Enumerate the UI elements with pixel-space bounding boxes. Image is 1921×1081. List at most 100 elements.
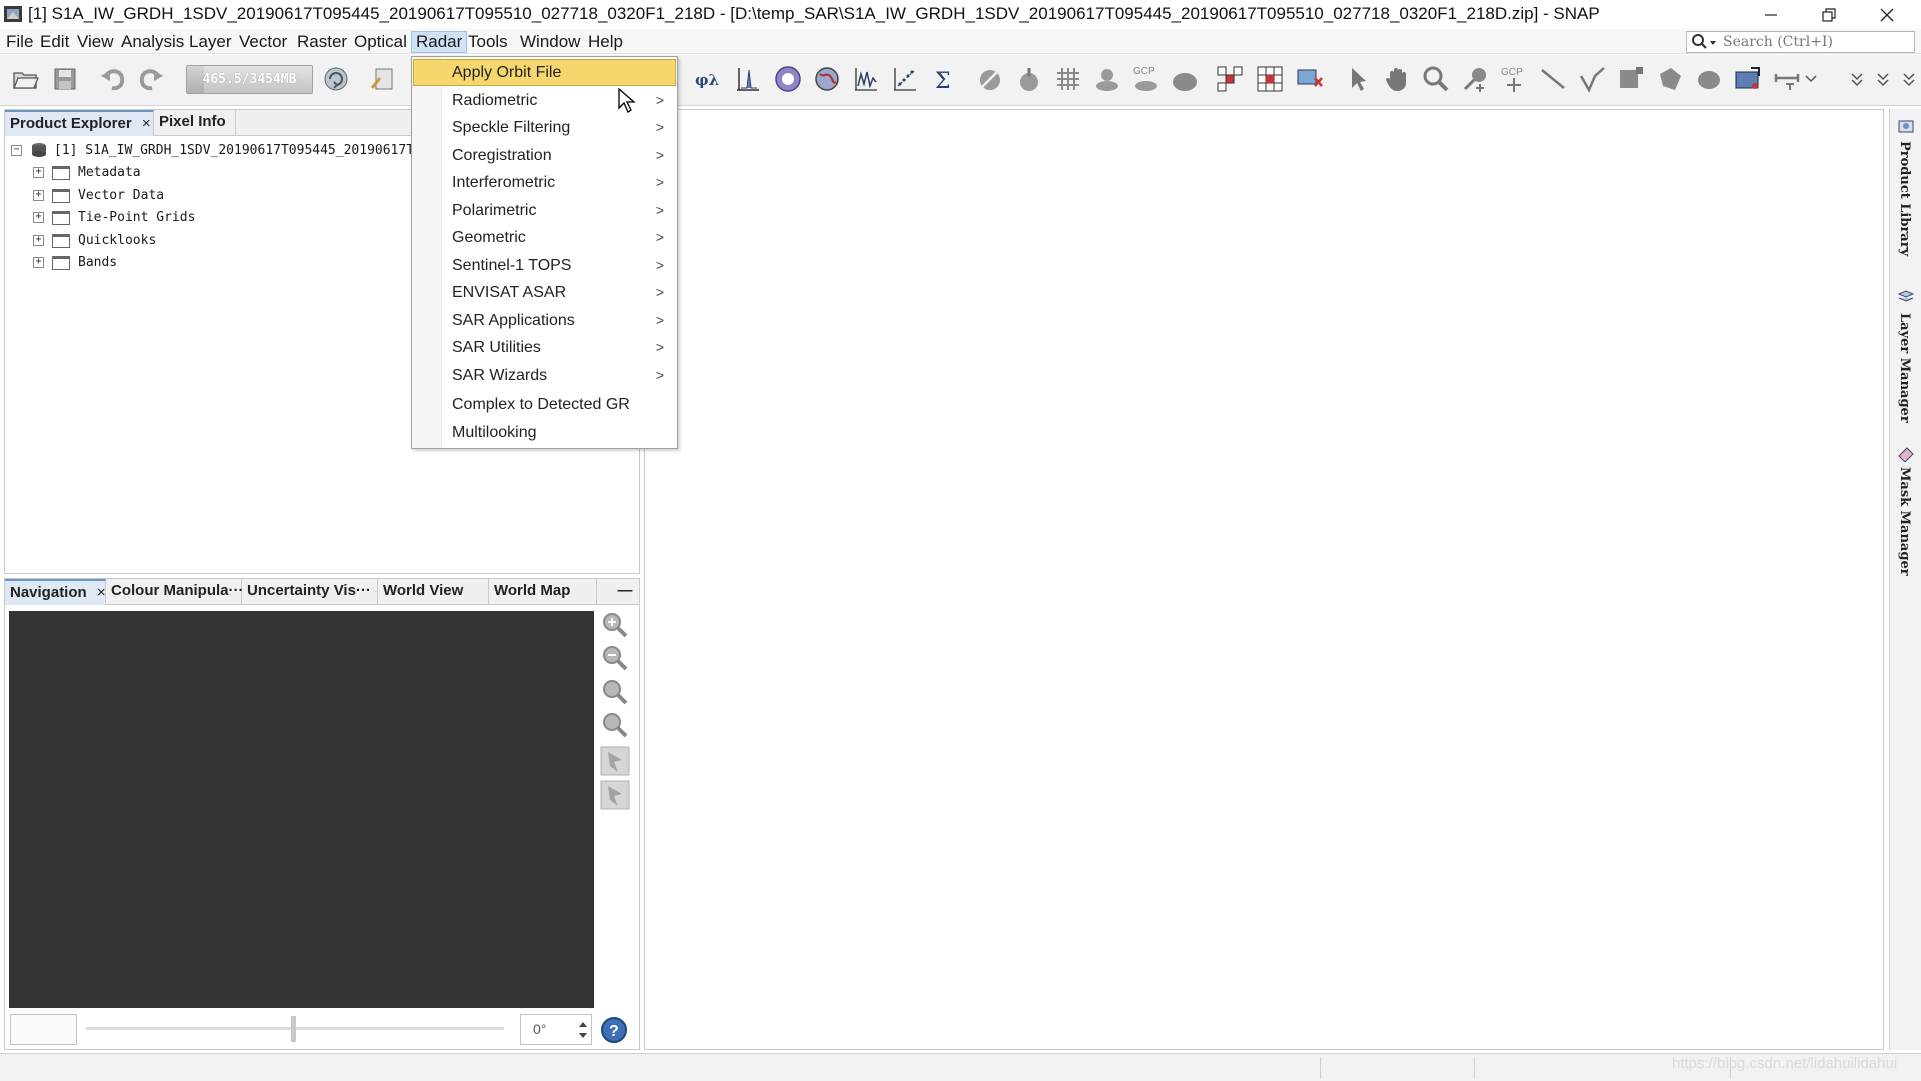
menu-layer[interactable]: Layer <box>185 32 236 54</box>
zoom-in-icon[interactable] <box>600 610 630 640</box>
menu-help[interactable]: Help <box>584 32 627 54</box>
tab-colour-manipulation[interactable]: Colour Manipula··· <box>106 579 243 605</box>
world-map-icon[interactable] <box>812 64 842 94</box>
toolbar-overflow-icon[interactable] <box>1800 64 1822 94</box>
navigation-canvas[interactable] <box>9 611 594 1008</box>
gcp-tool-icon[interactable]: GCP <box>1131 64 1161 94</box>
search-icon[interactable] <box>1690 33 1718 51</box>
scale-field[interactable] <box>10 1014 77 1045</box>
collapse-icon[interactable]: − <box>11 144 22 156</box>
menu-tools[interactable]: Tools <box>464 32 512 54</box>
radar-menu-item-radiometric[interactable]: Radiometric > <box>413 87 676 114</box>
image-view-area[interactable] <box>644 109 1884 1050</box>
tree-root-node[interactable]: − [1] S1A_IW_GRDH_1SDV_20190617T095445_2… <box>11 142 422 158</box>
expand-icon[interactable]: + <box>33 235 44 246</box>
toolbar-overflow-icon-3[interactable] <box>1872 64 1894 94</box>
radar-menu-item-interferometric[interactable]: Interferometric > <box>413 169 676 196</box>
minimize-panel-button[interactable]: — <box>611 579 639 605</box>
expand-icon[interactable]: + <box>33 257 44 268</box>
graticule-icon[interactable] <box>1053 64 1083 94</box>
scatter-plot-icon[interactable] <box>890 64 920 94</box>
expand-icon[interactable]: + <box>33 190 44 201</box>
restore-button[interactable] <box>1800 0 1857 29</box>
sync-views-icon[interactable] <box>1295 64 1325 94</box>
toolbar-overflow-icon-2[interactable] <box>1846 64 1868 94</box>
pin-tool-icon[interactable] <box>1014 64 1044 94</box>
redo-icon[interactable] <box>136 64 166 94</box>
tree-node-bands[interactable]: + Bands <box>33 255 117 270</box>
memory-gauge[interactable]: 465.5/3454MB <box>186 65 313 94</box>
pan-tool-icon[interactable] <box>1382 64 1412 94</box>
gcp-manager-icon[interactable] <box>1170 64 1200 94</box>
rotation-slider-thumb[interactable] <box>291 1016 296 1042</box>
zoom-tool-icon[interactable] <box>1421 64 1451 94</box>
tree-node-tie-point-grids[interactable]: + Tie-Point Grids <box>33 210 195 225</box>
sync-viewport-icon[interactable] <box>600 746 630 776</box>
menu-edit[interactable]: Edit <box>36 32 73 54</box>
tab-close-icon[interactable]: × <box>97 584 106 601</box>
tab-navigation[interactable]: Navigation × <box>5 579 106 605</box>
menu-view[interactable]: View <box>73 32 118 54</box>
menu-window[interactable]: Window <box>516 32 584 54</box>
toolbar-overflow-icon-4[interactable] <box>1898 64 1920 94</box>
help-icon[interactable]: ? <box>600 1016 628 1044</box>
select-pixels-icon[interactable] <box>1215 64 1245 94</box>
select-tool-icon[interactable] <box>1343 64 1373 94</box>
tree-node-metadata[interactable]: + Metadata <box>33 165 141 180</box>
polygon-drawing-icon[interactable] <box>1655 64 1685 94</box>
layer-manager-icon[interactable] <box>1897 289 1915 305</box>
zoom-all-icon[interactable] <box>600 710 630 740</box>
zoom-actual-icon[interactable] <box>600 677 630 707</box>
ellipse-drawing-icon[interactable] <box>1694 64 1724 94</box>
minimize-button[interactable] <box>1742 0 1799 29</box>
layer-manager-tab[interactable]: Layer Manager <box>1897 313 1912 423</box>
radar-menu-item-speckle-filtering[interactable]: Speckle Filtering > <box>413 114 676 141</box>
radar-menu-item-polarimetric[interactable]: Polarimetric > <box>413 197 676 224</box>
undo-icon[interactable] <box>98 64 128 94</box>
pin-manager-icon[interactable] <box>1092 64 1122 94</box>
radar-menu-item-complex-to-detected-gr[interactable]: Complex to Detected GR <box>413 391 676 418</box>
information-icon[interactable] <box>773 64 803 94</box>
radar-menu-item-apply-orbit-file[interactable]: Apply Orbit File <box>413 59 676 86</box>
menu-optical[interactable]: Optical <box>350 32 411 54</box>
garbage-collect-icon[interactable] <box>321 64 351 94</box>
sync-cursor-icon[interactable] <box>600 780 630 810</box>
tab-uncertainty-visualisation[interactable]: Uncertainty Vis··· <box>242 579 378 605</box>
gcp-placing-icon[interactable]: GCP <box>1499 64 1529 94</box>
profile-plot-icon[interactable] <box>851 64 881 94</box>
close-button[interactable] <box>1858 0 1915 29</box>
product-library-tab[interactable]: Product Library <box>1897 141 1912 256</box>
tree-node-vector-data[interactable]: + Vector Data <box>33 188 164 203</box>
spectrum-icon[interactable] <box>733 64 763 94</box>
pixel-grid-icon[interactable] <box>1255 64 1285 94</box>
menu-radar[interactable]: Radar <box>411 31 468 53</box>
statistics-icon[interactable]: Σ <box>929 64 959 94</box>
radar-menu-item-sentinel-1-tops[interactable]: Sentinel-1 TOPS > <box>413 252 676 279</box>
tab-close-icon[interactable]: × <box>142 115 151 132</box>
mask-manager-tab[interactable]: Mask Manager <box>1897 467 1912 576</box>
tab-product-explorer[interactable]: Product Explorer × <box>5 110 154 136</box>
open-product-icon[interactable] <box>10 64 40 94</box>
zoom-out-icon[interactable] <box>600 643 630 673</box>
radar-menu-item-multilooking[interactable]: Multilooking <box>413 419 676 446</box>
wavelength-icon[interactable]: φλ <box>693 64 723 94</box>
mask-manager-icon[interactable] <box>1897 446 1915 462</box>
menu-raster[interactable]: Raster <box>293 32 351 54</box>
rectangle-drawing-icon[interactable] <box>1616 64 1646 94</box>
band-maths-icon[interactable] <box>368 64 398 94</box>
radar-menu-item-envisat-asar[interactable]: ENVISAT ASAR > <box>413 279 676 306</box>
mask-tool-icon[interactable] <box>975 64 1005 94</box>
radar-menu-item-geometric[interactable]: Geometric > <box>413 224 676 251</box>
menu-analysis[interactable]: Analysis <box>117 32 188 54</box>
radar-menu-item-sar-wizards[interactable]: SAR Wizards > <box>413 362 676 389</box>
line-drawing-icon[interactable] <box>1538 64 1568 94</box>
tab-world-map[interactable]: World Map <box>489 579 597 605</box>
radar-menu-item-sar-utilities[interactable]: SAR Utilities > <box>413 334 676 361</box>
radar-menu-item-sar-applications[interactable]: SAR Applications > <box>413 307 676 334</box>
menu-vector[interactable]: Vector <box>235 32 291 54</box>
expand-icon[interactable]: + <box>33 212 44 223</box>
import-vector-icon[interactable] <box>1733 64 1763 94</box>
save-product-icon[interactable] <box>50 64 80 94</box>
rotation-angle-spinner[interactable]: 0° <box>520 1014 592 1045</box>
polyline-drawing-icon[interactable] <box>1577 64 1607 94</box>
